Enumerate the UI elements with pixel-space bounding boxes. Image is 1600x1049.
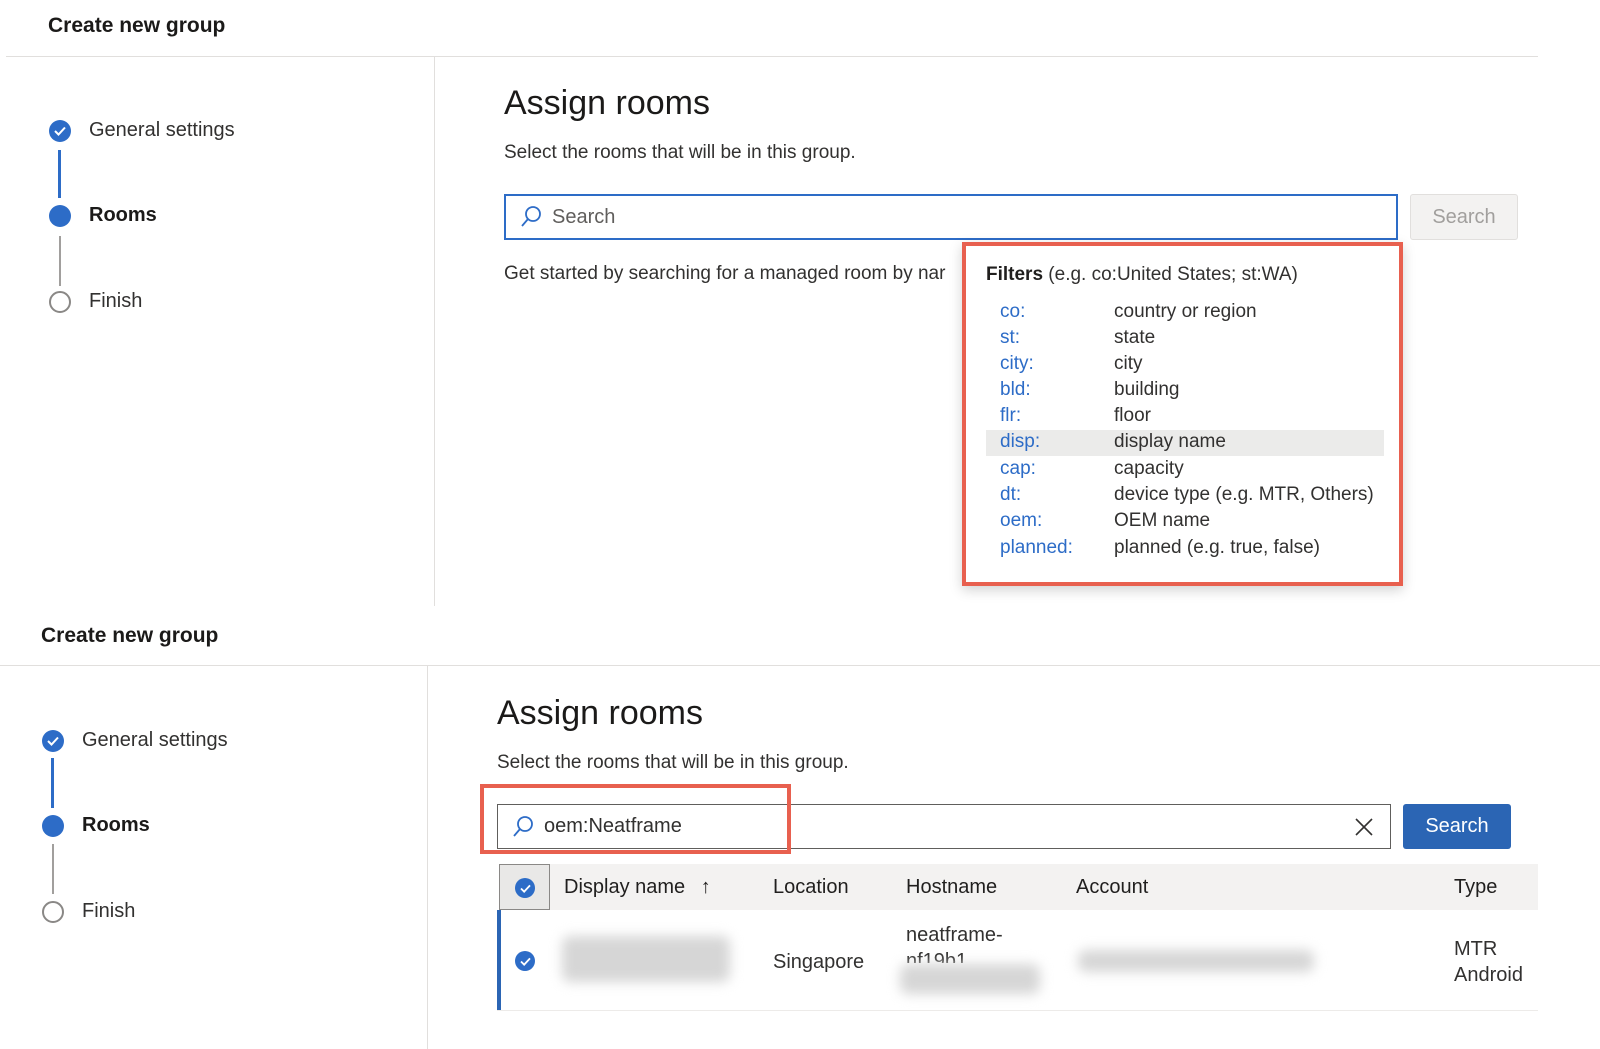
search-hint-text: Get started by searching for a managed r…: [504, 263, 946, 284]
filter-option[interactable]: flr: floor: [986, 404, 1384, 430]
step-finish[interactable]: Finish: [42, 900, 135, 923]
cell-type-line2: Android: [1454, 964, 1523, 986]
column-header-type[interactable]: Type: [1454, 876, 1497, 899]
filter-option[interactable]: dt: device type (e.g. MTR, Others): [986, 483, 1384, 509]
filter-key: dt:: [1000, 484, 1022, 505]
page-title: Assign rooms: [497, 694, 703, 732]
table-header: Display name ↑ Location Hostname Account…: [499, 864, 1538, 910]
step-finish[interactable]: Finish: [49, 290, 142, 313]
select-all-checkbox[interactable]: [499, 864, 550, 910]
step-rooms[interactable]: Rooms: [49, 204, 157, 227]
filter-option-highlighted[interactable]: disp: display name: [986, 430, 1384, 456]
page-title: Assign rooms: [504, 84, 710, 122]
panel-title: Create new group: [41, 624, 219, 647]
step-general-settings[interactable]: General settings: [49, 119, 235, 142]
column-header-location[interactable]: Location: [773, 876, 849, 899]
cell-hostname-line2: nf19b1: [906, 950, 968, 963]
step-label: Finish: [82, 900, 136, 922]
filter-header-bold: Filters: [986, 264, 1044, 285]
filter-description: state: [1114, 327, 1156, 348]
filter-description: device type (e.g. MTR, Others): [1114, 484, 1374, 505]
sidebar-divider: [434, 56, 435, 606]
filter-key: disp:: [1000, 431, 1041, 452]
checkmark-icon: [42, 729, 64, 752]
top-panel: Create new group General settings Rooms …: [0, 0, 1600, 622]
filter-header: Filters (e.g. co:United States; st:WA): [986, 264, 1298, 286]
checkmark-icon: [515, 878, 535, 898]
filter-description: display name: [1114, 431, 1226, 452]
search-placeholder: Search: [552, 205, 616, 228]
header-divider: [0, 665, 1600, 666]
current-step-dot-icon: [49, 204, 71, 227]
filter-option[interactable]: co: country or region: [986, 300, 1384, 326]
filter-option[interactable]: cap: capacity: [986, 457, 1384, 483]
filter-description: country or region: [1114, 301, 1257, 322]
cell-location: Singapore: [773, 951, 865, 973]
step-label: Rooms: [89, 204, 157, 226]
page-subtitle: Select the rooms that will be in this gr…: [497, 752, 849, 773]
redacted-hostname: [900, 964, 1040, 994]
highlight-annotation: [480, 784, 791, 854]
step-label: General settings: [82, 729, 228, 751]
step-connector: [51, 758, 54, 808]
filter-key: flr:: [1000, 405, 1022, 426]
pending-step-circle-icon: [49, 290, 71, 313]
filter-description: capacity: [1114, 458, 1184, 479]
cell-hostname-line1: neatframe-: [906, 924, 1003, 946]
step-general-settings[interactable]: General settings: [42, 729, 228, 752]
column-header-account[interactable]: Account: [1076, 876, 1148, 899]
filter-key: city:: [1000, 353, 1034, 374]
hostname-clip: nf19b1: [906, 950, 1016, 963]
column-header-hostname[interactable]: Hostname: [906, 876, 997, 899]
filter-option[interactable]: oem: OEM name: [986, 509, 1384, 535]
row-divider: [497, 1010, 1538, 1011]
filter-description: floor: [1114, 405, 1151, 426]
pending-step-circle-icon: [42, 900, 64, 923]
search-button[interactable]: Search: [1410, 194, 1518, 240]
filter-description: planned (e.g. true, false): [1114, 537, 1320, 558]
redacted-display-name: [562, 936, 730, 982]
filter-header-example: (e.g. co:United States; st:WA): [1043, 264, 1298, 285]
search-input[interactable]: Search: [504, 194, 1398, 240]
row-selected-indicator: [497, 910, 501, 1010]
column-header-display-name[interactable]: Display name ↑: [564, 876, 711, 899]
bottom-panel: Create new group General settings Rooms …: [0, 622, 1600, 1049]
filter-description: city: [1114, 353, 1143, 374]
step-connector: [52, 844, 54, 894]
filter-key: co:: [1000, 301, 1026, 322]
step-connector: [58, 150, 61, 198]
clear-icon[interactable]: [1354, 817, 1374, 837]
filter-key: oem:: [1000, 510, 1043, 531]
row-checkbox[interactable]: [515, 951, 535, 971]
filter-description: OEM name: [1114, 510, 1211, 531]
filter-description: building: [1114, 379, 1180, 400]
search-button[interactable]: Search: [1403, 804, 1511, 849]
filter-key: planned:: [1000, 537, 1073, 558]
panel-title: Create new group: [48, 14, 226, 37]
checkmark-icon: [519, 957, 531, 966]
header-divider: [6, 56, 1538, 57]
cell-type-line1: MTR: [1454, 938, 1498, 960]
step-rooms[interactable]: Rooms: [42, 814, 150, 837]
filter-key: bld:: [1000, 379, 1031, 400]
page-subtitle: Select the rooms that will be in this gr…: [504, 142, 856, 163]
step-label: Rooms: [82, 814, 150, 836]
filter-option[interactable]: planned: planned (e.g. true, false): [986, 536, 1384, 562]
filter-option[interactable]: bld: building: [986, 378, 1384, 404]
filter-key: st:: [1000, 327, 1021, 348]
filter-option[interactable]: st: state: [986, 326, 1384, 352]
step-label: General settings: [89, 119, 235, 141]
sidebar-divider: [427, 665, 428, 1049]
sort-ascending-icon: ↑: [700, 876, 711, 898]
redacted-account: [1078, 950, 1314, 972]
step-connector: [59, 236, 61, 286]
column-label: Display name: [564, 876, 686, 898]
step-label: Finish: [89, 290, 143, 312]
search-icon: [521, 206, 541, 227]
current-step-dot-icon: [42, 814, 64, 837]
filter-help-popup: Filters (e.g. co:United States; st:WA) c…: [962, 242, 1403, 586]
checkmark-icon: [49, 119, 71, 142]
filter-key: cap:: [1000, 458, 1036, 479]
filter-option[interactable]: city: city: [986, 352, 1384, 378]
